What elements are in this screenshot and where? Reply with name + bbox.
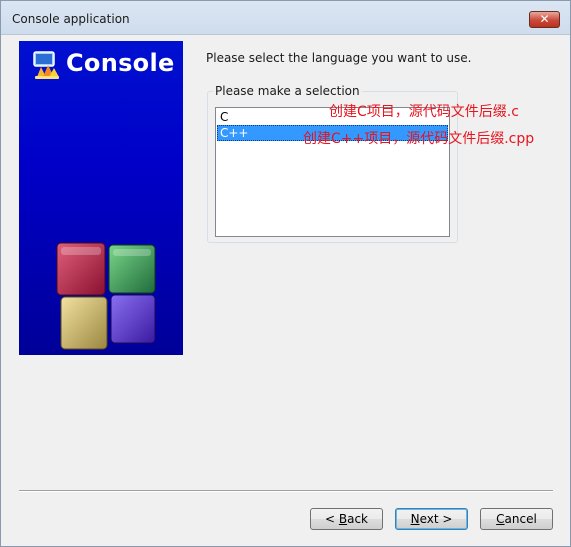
cancel-button[interactable]: Cancel — [480, 508, 553, 530]
instruction-text: Please select the language you want to u… — [206, 51, 472, 65]
banner-title: Console — [66, 49, 175, 77]
next-button[interactable]: Next > — [395, 508, 468, 530]
colored-cubes-icon — [56, 242, 156, 350]
wizard-banner: Console — [19, 41, 183, 355]
back-prefix: < — [324, 512, 339, 526]
groupbox-label: Please make a selection — [213, 84, 362, 98]
back-mnemonic: B — [338, 512, 348, 526]
close-button[interactable]: ✕ — [529, 11, 560, 28]
back-button[interactable]: < Back — [310, 508, 383, 530]
annotation-cpp: 创建C++项目，源代码文件后缀.cpp — [303, 131, 535, 147]
window-title: Console application — [12, 12, 130, 26]
next-mnemonic: N — [410, 512, 420, 526]
cancel-rest: ancel — [504, 512, 537, 526]
cancel-mnemonic: C — [496, 512, 505, 526]
close-icon: ✕ — [539, 12, 550, 26]
back-rest: ack — [347, 512, 368, 526]
next-rest: ext > — [419, 512, 453, 526]
wizard-window: Console application ✕ Console Please sel… — [0, 0, 571, 547]
language-listbox[interactable]: C C++ — [215, 107, 450, 237]
annotation-c: 创建C项目，源代码文件后缀.c — [329, 104, 519, 120]
footer-separator — [19, 490, 553, 492]
codeblocks-logo-icon — [33, 51, 59, 79]
title-bar[interactable]: Console application ✕ — [1, 1, 570, 35]
